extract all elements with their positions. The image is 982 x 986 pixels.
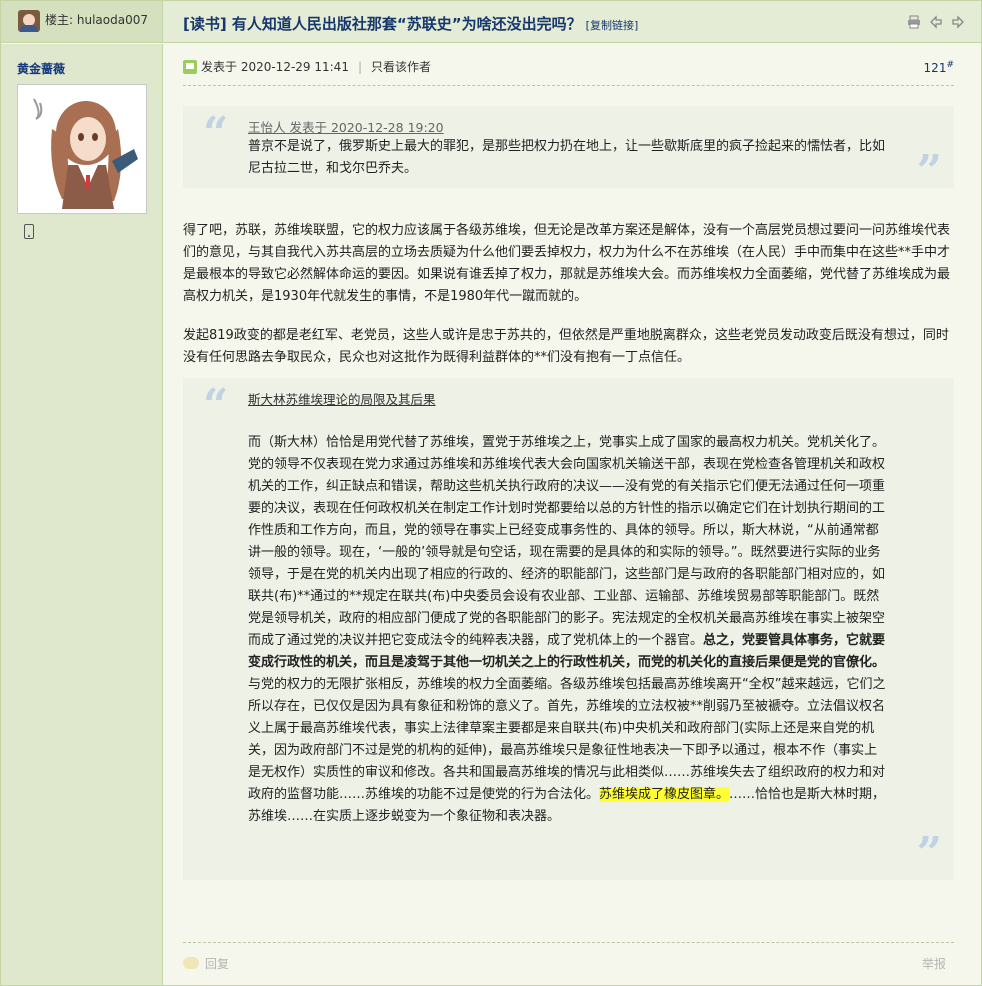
quote-text-part-2: 与党的权力的无限扩张相反，苏维埃的权力全面萎缩。各级苏维埃包括最高苏维埃离开“全…: [248, 677, 886, 802]
quote-text-2: 而（斯大林）恰恰是用党代替了苏维埃，置党于苏维埃之上，党事实上成了国家的最高权力…: [248, 432, 888, 828]
report-link[interactable]: 举报: [922, 955, 946, 972]
thread-title-text: [读书] 有人知道人民出版社那套“苏联史”为啥还没出完吗？: [183, 15, 582, 33]
next-arrow-icon[interactable]: [951, 15, 965, 29]
author-avatar[interactable]: [17, 84, 147, 214]
op-label[interactable]: 楼主: hulaoda007: [45, 11, 148, 28]
online-status-icon: [183, 60, 197, 74]
print-icon[interactable]: [907, 15, 921, 29]
floor-suffix: #: [946, 60, 954, 70]
posted-at: 发表于 2020-12-29 11:41: [201, 60, 349, 74]
post-paragraph-1: 得了吧，苏联，苏维埃联盟，它的权力应该属于各级苏维埃，但无论是改革方案还是解体，…: [183, 223, 951, 304]
quote-content-2: 斯大林苏维埃理论的局限及其后果 而（斯大林）恰恰是用党代替了苏维埃，置党于苏维埃…: [248, 389, 888, 828]
quote-open-icon: “: [203, 108, 229, 159]
floor-value: 121: [923, 61, 947, 75]
only-author-link[interactable]: 只看该作者: [371, 60, 431, 74]
prev-arrow-icon[interactable]: [929, 15, 943, 29]
quote-close-icon: ”: [916, 146, 942, 197]
floor-number[interactable]: 121#: [924, 60, 954, 75]
quote-text-part-1: 而（斯大林）恰恰是用党代替了苏维埃，置党于苏维埃之上，党事实上成了国家的最高权力…: [248, 435, 886, 648]
author-sidebar: 黄金蔷薇: [1, 44, 163, 985]
reply-label: 回复: [205, 957, 230, 971]
page-frame: 楼主: hulaoda007 [读书] 有人知道人民出版社那套“苏联史”为啥还没…: [0, 0, 982, 986]
quote-content-1: 王怡人 发表于 2020-12-28 19:20 普京不是说了，俄罗斯史上最大的…: [248, 117, 894, 180]
avatar-image: [22, 89, 142, 209]
header-actions: [907, 15, 965, 29]
author-name[interactable]: 黄金蔷薇: [17, 60, 65, 77]
post-footer: 回复 举报: [183, 942, 954, 972]
quote-text-1: 普京不是说了，俄罗斯史上最大的罪犯，是那些把权力扔在地上，让一些歇斯底里的疯子捡…: [248, 139, 886, 176]
thread-title: [读书] 有人知道人民出版社那套“苏联史”为啥还没出完吗？ [复制链接]: [183, 13, 638, 34]
op-header: 楼主: hulaoda007: [1, 1, 163, 43]
thread-header: [读书] 有人知道人民出版社那套“苏联史”为啥还没出完吗？ [复制链接]: [163, 1, 981, 43]
quote-block-1: “ 王怡人 发表于 2020-12-28 19:20 普京不是说了，俄罗斯史上最…: [183, 106, 954, 194]
reply-icon: [183, 957, 199, 969]
post-main: 发表于 2020-12-29 11:41 | 只看该作者 121# “ 王怡人 发表…: [164, 44, 980, 984]
quote-source-title[interactable]: 斯大林苏维埃理论的局限及其后果: [248, 389, 888, 408]
post-meta: 发表于 2020-12-29 11:41 | 只看该作者 121#: [183, 58, 954, 86]
op-avatar[interactable]: [18, 10, 40, 32]
meta-separator: |: [357, 60, 362, 74]
mobile-icon: [24, 224, 34, 239]
quote-close-icon: ”: [916, 828, 942, 879]
quote-highlight-text: 苏维埃成了橡皮图章。: [599, 787, 730, 802]
post-paragraph-2: 发起819政变的都是老红军、老党员，这些人或许是忠于苏共的，但依然是严重地脱离群…: [183, 328, 949, 365]
copy-link[interactable]: [复制链接]: [586, 19, 639, 32]
quote-open-icon: “: [203, 380, 229, 431]
quote-author-line[interactable]: 王怡人 发表于 2020-12-28 19:20: [248, 117, 894, 136]
quote-block-2: “ 斯大林苏维埃理论的局限及其后果 而（斯大林）恰恰是用党代替了苏维埃，置党于苏…: [183, 378, 954, 880]
reply-button[interactable]: 回复: [183, 955, 229, 972]
